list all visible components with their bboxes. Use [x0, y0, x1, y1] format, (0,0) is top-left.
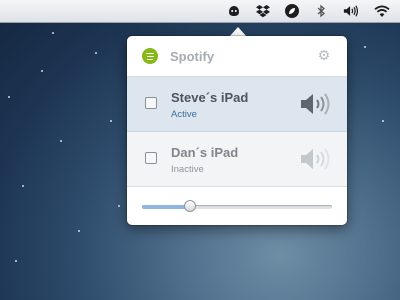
spotify-logo-icon [142, 48, 158, 64]
spotify-device-popover: Spotify ⚙ Steve´s iPad Active Dan´s iPad… [127, 36, 347, 225]
popover-header: Spotify ⚙ [127, 36, 347, 77]
volume-knob[interactable] [183, 200, 196, 212]
speaker-icon[interactable] [299, 146, 335, 172]
volume-fill [142, 205, 190, 209]
device-status: Inactive [171, 164, 204, 175]
device-row-active[interactable]: Steve´s iPad Active [127, 77, 347, 132]
gear-icon[interactable]: ⚙ [317, 48, 331, 62]
device-checkbox[interactable] [145, 152, 157, 164]
menu-bar [0, 0, 400, 23]
leaf-icon[interactable] [284, 3, 300, 19]
device-status: Active [171, 109, 197, 120]
volume-track[interactable] [142, 205, 332, 209]
speaker-icon[interactable] [299, 91, 335, 117]
app-title: Spotify [170, 49, 215, 64]
volume-icon[interactable] [343, 3, 359, 19]
device-name: Steve´s iPad [171, 90, 249, 105]
device-name: Dan´s iPad [171, 145, 239, 160]
bluetooth-icon[interactable] [313, 3, 329, 19]
spotify-status-icon[interactable] [226, 3, 242, 19]
dropbox-icon[interactable] [255, 3, 271, 19]
wifi-icon[interactable] [372, 3, 392, 19]
volume-slider[interactable] [127, 187, 347, 225]
device-checkbox[interactable] [145, 97, 157, 109]
device-row-inactive[interactable]: Dan´s iPad Inactive [127, 132, 347, 187]
